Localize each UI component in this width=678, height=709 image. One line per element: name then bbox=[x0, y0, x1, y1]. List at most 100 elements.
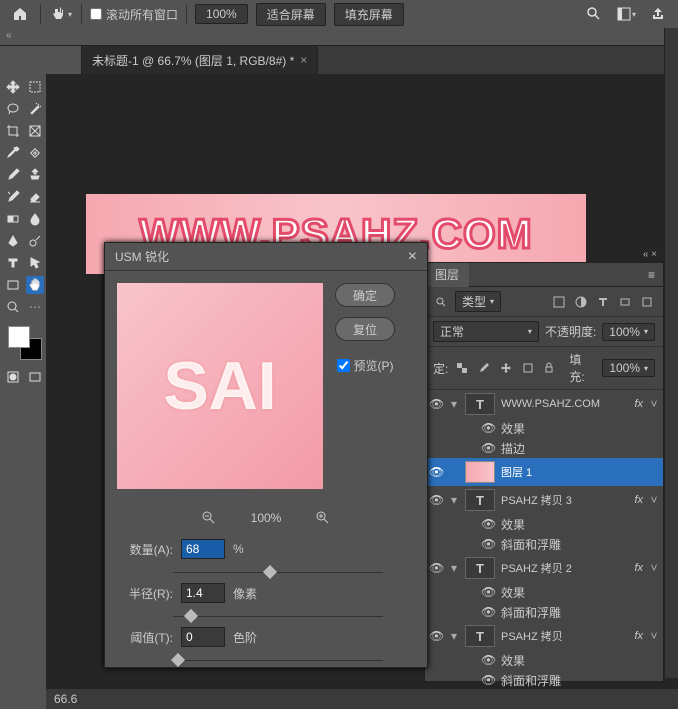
brush-tool[interactable] bbox=[4, 166, 22, 184]
zoom-in-icon[interactable] bbox=[311, 507, 335, 529]
fx-badge[interactable]: fx bbox=[634, 562, 643, 574]
dodge-tool[interactable] bbox=[26, 232, 44, 250]
threshold-slider[interactable] bbox=[173, 651, 383, 663]
layer-effect-row[interactable]: 👁效果 bbox=[425, 514, 663, 534]
lock-transparency-icon[interactable] bbox=[454, 360, 470, 376]
marquee-tool[interactable] bbox=[26, 78, 44, 96]
workspace-icon[interactable]: ▾ bbox=[614, 3, 638, 25]
fx-badge[interactable]: fx bbox=[634, 494, 643, 506]
share-icon[interactable] bbox=[646, 3, 670, 25]
fit-screen-button[interactable]: 适合屏幕 bbox=[256, 3, 326, 26]
layers-tab[interactable]: 图层 bbox=[425, 263, 469, 287]
amount-slider[interactable] bbox=[173, 563, 383, 575]
rectangle-tool[interactable] bbox=[4, 276, 22, 294]
blend-mode-select[interactable]: 正常▾ bbox=[433, 321, 539, 342]
home-icon[interactable] bbox=[8, 3, 32, 25]
fx-chevron-icon[interactable]: ˅ bbox=[649, 561, 659, 575]
lock-brush-icon[interactable] bbox=[476, 360, 492, 376]
radius-input[interactable] bbox=[181, 583, 225, 603]
threshold-input[interactable] bbox=[181, 627, 225, 647]
filter-icon[interactable] bbox=[433, 294, 449, 310]
expand-chevron-icon[interactable]: ▾ bbox=[449, 397, 459, 411]
layer-effect-row[interactable]: 👁斜面和浮雕 bbox=[425, 670, 663, 690]
healing-tool[interactable] bbox=[26, 144, 44, 162]
scroll-all-windows-checkbox[interactable]: 滚动所有窗口 bbox=[90, 6, 178, 23]
layer-effect-row[interactable]: 👁描边 bbox=[425, 438, 663, 458]
screen-mode-tool[interactable] bbox=[26, 368, 44, 386]
history-brush-tool[interactable] bbox=[4, 188, 22, 206]
layer-effect-row[interactable]: 👁斜面和浮雕 bbox=[425, 602, 663, 622]
expand-chevron-icon[interactable]: ▾ bbox=[449, 561, 459, 575]
lasso-tool[interactable] bbox=[4, 100, 22, 118]
right-dock-edge[interactable] bbox=[664, 28, 678, 678]
filter-adjust-icon[interactable] bbox=[573, 294, 589, 310]
layer-effect-row[interactable]: 👁斜面和浮雕 bbox=[425, 534, 663, 554]
preview-checkbox[interactable]: 预览(P) bbox=[337, 357, 394, 374]
ok-button[interactable]: 确定 bbox=[335, 283, 395, 307]
layer-row[interactable]: 👁 ▾ T PSAHZ 拷贝 2 fx ˅ bbox=[425, 554, 663, 582]
path-selection-tool[interactable] bbox=[26, 254, 44, 272]
preview-thumbnail[interactable]: SAI bbox=[117, 283, 323, 489]
visibility-icon[interactable]: 👁 bbox=[429, 561, 443, 575]
layer-effect-row[interactable]: 👁效果 bbox=[425, 650, 663, 670]
lock-all-icon[interactable] bbox=[542, 360, 558, 376]
opacity-input[interactable]: 100%▾ bbox=[602, 323, 655, 341]
hand-tool[interactable] bbox=[26, 276, 44, 294]
hand-icon[interactable]: ▾ bbox=[49, 3, 73, 25]
fx-chevron-icon[interactable]: ˅ bbox=[649, 397, 659, 411]
visibility-icon[interactable]: 👁 bbox=[429, 465, 443, 479]
filter-type-icon[interactable] bbox=[595, 294, 611, 310]
close-dialog-icon[interactable]: × bbox=[408, 248, 417, 266]
crop-tool[interactable] bbox=[4, 122, 22, 140]
fx-badge[interactable]: fx bbox=[634, 398, 643, 410]
color-swatches[interactable] bbox=[4, 324, 44, 364]
visibility-icon[interactable]: 👁 bbox=[429, 397, 443, 411]
reset-button[interactable]: 复位 bbox=[335, 317, 395, 341]
layer-row[interactable]: 👁 ▾ T PSAHZ 拷贝 3 fx ˅ bbox=[425, 486, 663, 514]
filter-shape-icon[interactable] bbox=[617, 294, 633, 310]
zoom-tool[interactable] bbox=[4, 298, 22, 316]
blur-tool[interactable] bbox=[26, 210, 44, 228]
collapse-chevron-icon[interactable]: « bbox=[6, 30, 12, 41]
filter-smart-icon[interactable] bbox=[639, 294, 655, 310]
fx-badge[interactable]: fx bbox=[634, 630, 643, 642]
document-tab[interactable]: 未标题-1 @ 66.7% (图层 1, RGB/8#) * × bbox=[82, 46, 318, 74]
radius-slider[interactable] bbox=[173, 607, 383, 619]
panel-menu-icon[interactable]: ≡ bbox=[640, 268, 663, 282]
zoom-level[interactable]: 100% bbox=[195, 4, 248, 24]
layer-row[interactable]: 👁 图层 1 bbox=[425, 458, 663, 486]
edit-toolbar[interactable]: ⋯ bbox=[26, 298, 44, 316]
eyedropper-tool[interactable] bbox=[4, 144, 22, 162]
quick-mask-tool[interactable] bbox=[4, 368, 22, 386]
layer-effect-row[interactable]: 👁效果 bbox=[425, 582, 663, 602]
search-icon[interactable] bbox=[582, 3, 606, 25]
pen-tool[interactable] bbox=[4, 232, 22, 250]
eraser-tool[interactable] bbox=[26, 188, 44, 206]
layer-effect-row[interactable]: 👁效果 bbox=[425, 418, 663, 438]
fill-screen-button[interactable]: 填充屏幕 bbox=[334, 3, 404, 26]
layer-row[interactable]: 👁 ▾ T PSAHZ 拷贝 fx ˅ bbox=[425, 622, 663, 650]
expand-chevron-icon[interactable]: ▾ bbox=[449, 493, 459, 507]
filter-pixel-icon[interactable] bbox=[551, 294, 567, 310]
panel-collapse-icon[interactable]: « × bbox=[643, 249, 657, 260]
lock-artboard-icon[interactable] bbox=[520, 360, 536, 376]
amount-input[interactable] bbox=[181, 539, 225, 559]
expand-chevron-icon[interactable]: ▾ bbox=[449, 629, 459, 643]
fill-input[interactable]: 100%▾ bbox=[602, 359, 655, 377]
magic-wand-tool[interactable] bbox=[26, 100, 44, 118]
clone-stamp-tool[interactable] bbox=[26, 166, 44, 184]
zoom-out-icon[interactable] bbox=[197, 507, 221, 529]
foreground-color[interactable] bbox=[8, 326, 30, 348]
visibility-icon[interactable]: 👁 bbox=[429, 493, 443, 507]
layer-row[interactable]: 👁 ▾ T WWW.PSAHZ.COM fx ˅ bbox=[425, 390, 663, 418]
move-tool[interactable] bbox=[4, 78, 22, 96]
lock-position-icon[interactable] bbox=[498, 360, 514, 376]
type-tool[interactable] bbox=[4, 254, 22, 272]
gradient-tool[interactable] bbox=[4, 210, 22, 228]
visibility-icon[interactable]: 👁 bbox=[429, 629, 443, 643]
frame-tool[interactable] bbox=[26, 122, 44, 140]
fx-chevron-icon[interactable]: ˅ bbox=[649, 629, 659, 643]
filter-type-select[interactable]: 类型▾ bbox=[455, 291, 501, 312]
fx-chevron-icon[interactable]: ˅ bbox=[649, 493, 659, 507]
close-tab-icon[interactable]: × bbox=[300, 53, 307, 67]
